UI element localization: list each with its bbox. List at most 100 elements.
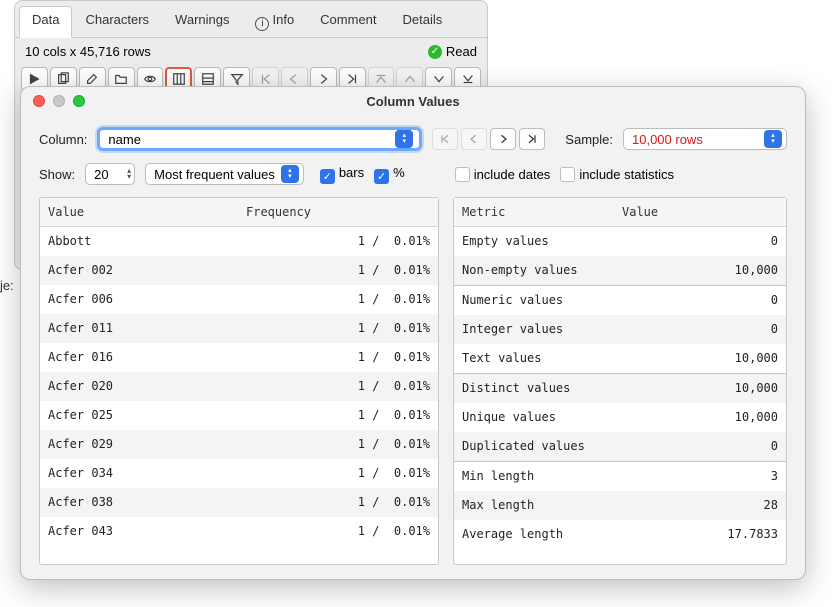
value-cell: Acfer 020: [40, 372, 238, 400]
table-row[interactable]: Duplicated values0: [454, 432, 786, 461]
metric-value-cell: 0: [614, 227, 786, 255]
sample-select[interactable]: 10,000 rows: [623, 128, 787, 150]
metric-cell: Distinct values: [454, 374, 614, 402]
metric-value-cell: 10,000: [614, 344, 786, 372]
metric-cell: Unique values: [454, 403, 614, 431]
frequency-cell: 1 / 0.01%: [238, 488, 438, 516]
table-row[interactable]: Average length17.7833: [454, 520, 786, 549]
column-select[interactable]: name: [97, 127, 422, 151]
frequency-cell: 1 / 0.01%: [238, 372, 438, 400]
table-row[interactable]: Acfer 0021 / 0.01%: [40, 256, 438, 285]
metric-value-cell: 0: [614, 315, 786, 343]
percent-checkbox[interactable]: %: [374, 165, 405, 184]
metric-cell: Max length: [454, 491, 614, 519]
chevron-updown-icon: [764, 130, 782, 148]
value-cell: Abbott: [40, 227, 238, 255]
table-row[interactable]: Acfer 0111 / 0.01%: [40, 314, 438, 343]
read-label: Read: [446, 44, 477, 59]
table-row[interactable]: Acfer 0381 / 0.01%: [40, 488, 438, 517]
frequency-cell: 1 / 0.01%: [238, 227, 438, 255]
nav-next-button[interactable]: [490, 128, 516, 150]
frequency-cell: 1 / 0.01%: [238, 459, 438, 487]
close-icon[interactable]: [33, 95, 45, 107]
value-cell: Acfer 002: [40, 256, 238, 284]
table-row[interactable]: Empty values0: [454, 227, 786, 256]
table-row[interactable]: Max length28: [454, 491, 786, 520]
show-count-stepper[interactable]: 20 ▴▾: [85, 163, 135, 185]
metric-value-cell: 28: [614, 491, 786, 519]
metric-value-cell: 17.7833: [614, 520, 786, 548]
frequency-cell: 1 / 0.01%: [238, 430, 438, 458]
minimize-icon[interactable]: [53, 95, 65, 107]
tab-data[interactable]: Data: [19, 6, 72, 38]
tab-details[interactable]: Details: [390, 6, 456, 38]
include-statistics-checkbox[interactable]: include statistics: [560, 167, 674, 182]
column-select-value: name: [108, 132, 395, 147]
metric-value-column-header[interactable]: Value: [614, 198, 786, 226]
frequency-cell: 1 / 0.01%: [238, 343, 438, 371]
value-cell: Acfer 011: [40, 314, 238, 342]
value-cell: Acfer 034: [40, 459, 238, 487]
metric-cell: Duplicated values: [454, 432, 614, 460]
table-row[interactable]: Acfer 0251 / 0.01%: [40, 401, 438, 430]
table-row[interactable]: Distinct values10,000: [454, 373, 786, 403]
metric-cell: Min length: [454, 462, 614, 490]
table-row[interactable]: Integer values0: [454, 315, 786, 344]
table-row[interactable]: Acfer 0291 / 0.01%: [40, 430, 438, 459]
chevron-updown-icon: [281, 165, 299, 183]
table-row[interactable]: Text values10,000: [454, 344, 786, 373]
table-row[interactable]: Numeric values0: [454, 285, 786, 315]
frequency-mode-value: Most frequent values: [154, 167, 281, 182]
tab-info[interactable]: iInfo: [242, 6, 307, 38]
tab-warnings[interactable]: Warnings: [162, 6, 242, 38]
frequency-mode-select[interactable]: Most frequent values: [145, 163, 304, 185]
titlebar: Column Values: [21, 87, 805, 115]
value-column-header[interactable]: Value: [40, 198, 238, 226]
show-count-value: 20: [94, 167, 127, 182]
frequency-cell: 1 / 0.01%: [238, 401, 438, 429]
frequency-column-header[interactable]: Frequency: [238, 198, 438, 226]
table-row[interactable]: Acfer 0341 / 0.01%: [40, 459, 438, 488]
info-icon: i: [255, 17, 269, 31]
tab-comment[interactable]: Comment: [307, 6, 389, 38]
value-cell: Acfer 029: [40, 430, 238, 458]
table-row[interactable]: Acfer 0161 / 0.01%: [40, 343, 438, 372]
side-cropped-label: je:: [0, 278, 14, 293]
nav-last-button[interactable]: [519, 128, 545, 150]
values-table: Value Frequency Abbott1 / 0.01%Acfer 002…: [39, 197, 439, 565]
metric-value-cell: 3: [614, 462, 786, 490]
include-dates-checkbox[interactable]: include dates: [455, 167, 551, 182]
value-cell: Acfer 043: [40, 517, 238, 545]
metric-value-cell: 0: [614, 286, 786, 314]
bars-checkbox[interactable]: bars: [320, 165, 364, 184]
maximize-icon[interactable]: [73, 95, 85, 107]
table-row[interactable]: Non-empty values10,000: [454, 256, 786, 285]
metric-value-cell: 10,000: [614, 403, 786, 431]
table-row[interactable]: Acfer 0201 / 0.01%: [40, 372, 438, 401]
table-row[interactable]: Min length3: [454, 461, 786, 491]
check-icon: ✓: [428, 45, 442, 59]
table-row[interactable]: Abbott1 / 0.01%: [40, 227, 438, 256]
checkbox-on-icon: [320, 169, 335, 184]
window-title: Column Values: [21, 94, 805, 109]
metric-cell: Integer values: [454, 315, 614, 343]
frequency-cell: 1 / 0.01%: [238, 314, 438, 342]
table-row[interactable]: Unique values10,000: [454, 403, 786, 432]
nav-prev-button[interactable]: [461, 128, 487, 150]
nav-first-button[interactable]: [432, 128, 458, 150]
bg-status-bar: 10 cols x 45,716 rows ✓ Read: [15, 38, 487, 63]
table-row[interactable]: Acfer 0061 / 0.01%: [40, 285, 438, 314]
metric-value-cell: 10,000: [614, 374, 786, 402]
chevron-updown-icon: [395, 130, 413, 148]
tab-characters[interactable]: Characters: [72, 6, 162, 38]
metric-cell: Average length: [454, 520, 614, 548]
table-row[interactable]: Acfer 0431 / 0.01%: [40, 517, 438, 546]
checkbox-on-icon: [374, 169, 389, 184]
metrics-table: Metric Value Empty values0Non-empty valu…: [453, 197, 787, 565]
value-cell: Acfer 025: [40, 401, 238, 429]
value-cell: Acfer 016: [40, 343, 238, 371]
frequency-cell: 1 / 0.01%: [238, 285, 438, 313]
metric-column-header[interactable]: Metric: [454, 198, 614, 226]
column-label: Column:: [39, 132, 87, 147]
checkbox-off-icon: [455, 167, 470, 182]
